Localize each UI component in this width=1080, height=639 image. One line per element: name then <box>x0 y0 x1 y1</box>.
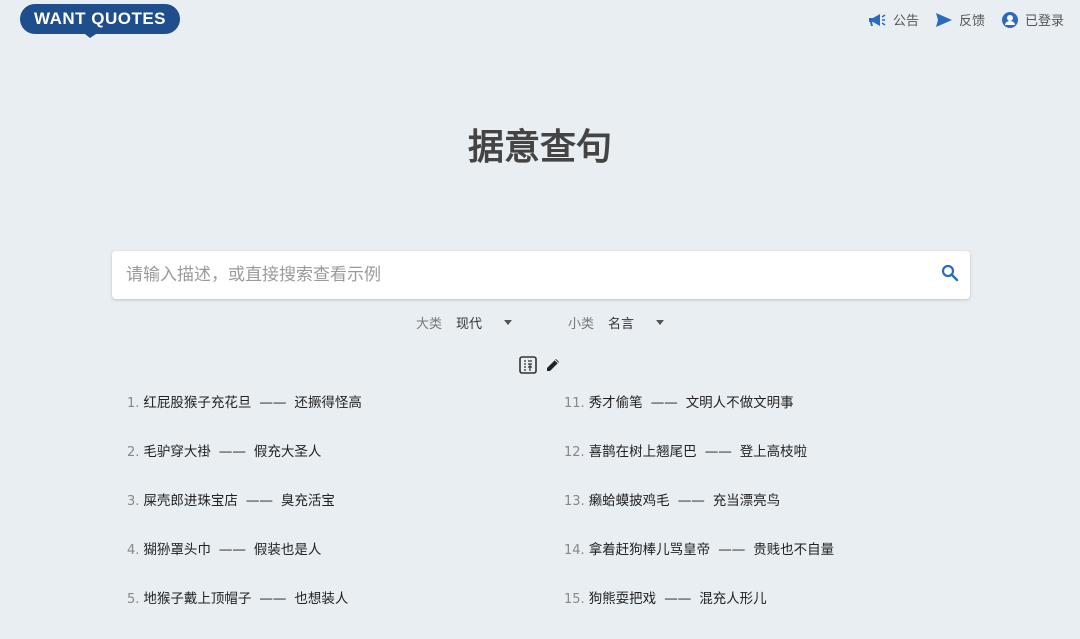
quote-dash: —— <box>245 493 273 509</box>
major-category-value: 现代 <box>455 317 482 332</box>
search-bar <box>112 251 970 299</box>
send-icon <box>935 12 953 28</box>
search-button[interactable] <box>930 251 970 299</box>
quote-number: 3. <box>127 494 140 509</box>
quote-item[interactable]: 1. 红屁股猴子充花旦 —— 还撅得怪高 <box>127 394 362 443</box>
dropdown-caret-icon <box>504 320 512 325</box>
dropdown-caret-icon <box>656 320 665 325</box>
quote-item[interactable]: 3. 屎壳郎进珠宝店 —— 臭充活宝 <box>127 492 362 541</box>
nav-feedback-label: 反馈 <box>958 14 985 29</box>
quote-number: 5. <box>127 592 140 607</box>
filter-bar: 大类 现代 小类 名言 <box>0 313 1080 332</box>
quote-back: 假装也是人 <box>253 542 322 558</box>
top-nav: 公告 反馈 已登录 <box>867 10 1064 29</box>
quote-back: 充当漂亮鸟 <box>712 493 781 509</box>
quote-front: 屎壳郎进珠宝店 <box>143 493 238 509</box>
account-circle-icon <box>1001 11 1019 29</box>
quote-back: 也想装人 <box>294 591 349 607</box>
quote-back: 登上高枝啦 <box>739 444 808 460</box>
quote-list-right: 11. 秀才偷笔 —— 文明人不做文明事 12. 喜鹊在树上翘尾巴 —— 登上高枝啦 13.… <box>564 394 834 639</box>
minor-category-select[interactable]: 小类 名言 <box>568 313 665 332</box>
quote-item[interactable]: 14. 拿着赶狗棒儿骂皇帝 —— 贵贱也不自量 <box>564 541 834 590</box>
quote-back: 还撅得怪高 <box>294 395 362 411</box>
pencil-icon <box>544 356 562 378</box>
quote-item[interactable]: 2. 毛驴穿大褂 —— 假充大圣人 <box>127 443 362 492</box>
quote-number: 4. <box>127 543 140 558</box>
quote-back: 混充人形儿 <box>699 591 767 607</box>
nav-account[interactable]: 已登录 <box>1001 10 1064 29</box>
quote-dash: —— <box>718 542 746 558</box>
logo-speech-tail <box>80 30 102 38</box>
quote-number: 1. <box>127 396 140 411</box>
quote-dash: —— <box>218 542 246 558</box>
quote-front: 拿着赶狗棒儿骂皇帝 <box>588 542 711 558</box>
quote-front: 毛驴穿大褂 <box>143 444 211 460</box>
quote-back: 文明人不做文明事 <box>685 395 794 411</box>
quote-dash: —— <box>677 493 705 509</box>
page-title: 据意查句 <box>467 126 612 168</box>
quote-front: 癞蛤蟆披鸡毛 <box>588 493 670 509</box>
quote-back: 臭充活宝 <box>280 493 335 509</box>
quote-front: 狗熊耍把戏 <box>588 591 657 607</box>
quote-dash: —— <box>704 444 732 460</box>
quote-dash: —— <box>218 444 246 460</box>
tool-bar <box>518 355 562 379</box>
quote-front: 地猴子戴上顶帽子 <box>143 591 252 607</box>
nav-account-label: 已登录 <box>1024 14 1064 29</box>
quote-back: 贵贱也不自量 <box>753 542 835 558</box>
edit-button[interactable] <box>544 356 562 378</box>
quote-back: 假充大圣人 <box>253 444 322 460</box>
translate-icon <box>518 355 538 379</box>
quote-dash: —— <box>259 395 287 411</box>
quote-front: 秀才偷笔 <box>588 395 643 411</box>
translate-button[interactable] <box>518 355 538 379</box>
quote-dash: —— <box>650 395 678 411</box>
quote-number: 2. <box>127 445 140 460</box>
major-category-select[interactable]: 大类 现代 <box>416 313 512 332</box>
quote-number: 14. <box>564 543 585 558</box>
minor-category-value: 名言 <box>608 317 635 332</box>
major-category-label: 大类 <box>415 317 442 332</box>
logo-text: WANT QUOTES <box>33 9 167 28</box>
megaphone-icon <box>867 12 887 28</box>
quote-item[interactable]: 4. 猢狲罩头巾 —— 假装也是人 <box>127 541 362 590</box>
nav-announcement-label: 公告 <box>892 14 919 29</box>
nav-announcement[interactable]: 公告 <box>867 10 919 29</box>
quote-item[interactable]: 13. 癞蛤蟆披鸡毛 —— 充当漂亮鸟 <box>564 492 834 541</box>
quote-number: 13. <box>564 494 585 509</box>
quote-front: 猢狲罩头巾 <box>143 542 211 558</box>
search-input[interactable] <box>112 251 930 299</box>
quote-number: 11. <box>564 396 585 411</box>
quote-front: 喜鹊在树上翘尾巴 <box>588 444 697 460</box>
quote-number: 12. <box>564 445 585 460</box>
quote-list-left: 1. 红屁股猴子充花旦 —— 还撅得怪高 2. 毛驴穿大褂 —— 假充大圣人 3. 屎壳郎进珠… <box>127 394 362 639</box>
quote-front: 红屁股猴子充花旦 <box>143 395 252 411</box>
quote-dash: —— <box>664 591 692 607</box>
quote-dash: —— <box>259 591 287 607</box>
quote-item[interactable]: 5. 地猴子戴上顶帽子 —— 也想装人 <box>127 590 362 639</box>
search-icon <box>941 264 959 286</box>
quote-item[interactable]: 11. 秀才偷笔 —— 文明人不做文明事 <box>564 394 834 443</box>
quote-number: 15. <box>564 592 585 607</box>
quote-item[interactable]: 12. 喜鹊在树上翘尾巴 —— 登上高枝啦 <box>564 443 834 492</box>
quote-item[interactable]: 15. 狗熊耍把戏 —— 混充人形儿 <box>564 590 834 639</box>
nav-feedback[interactable]: 反馈 <box>935 10 985 29</box>
minor-category-label: 小类 <box>568 317 595 332</box>
